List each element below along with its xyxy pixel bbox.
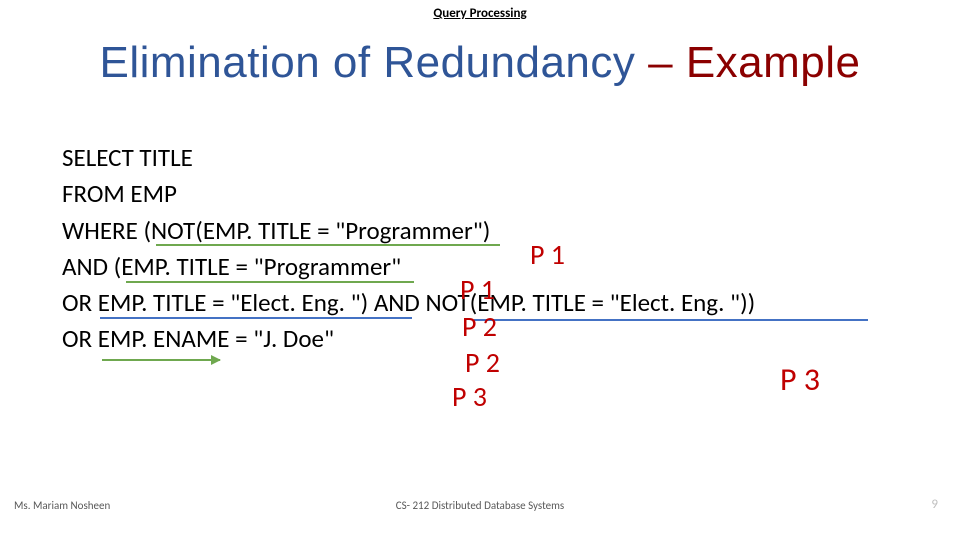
arrow-p3	[102, 359, 220, 361]
underline-p1-b	[126, 281, 414, 283]
annotation-p3-a: P 3	[452, 379, 487, 414]
annotation-p3-b: P 3	[780, 360, 820, 399]
title-part-2: – Example	[648, 38, 860, 87]
footer-course: CS- 212 Distributed Database Systems	[0, 499, 960, 512]
footer-page: 9	[931, 497, 938, 512]
slide-title: Elimination of Redundancy – Example	[0, 38, 960, 88]
annotation-p2-b: P 2	[465, 345, 500, 380]
slide: Query Processing Elimination of Redundan…	[0, 0, 960, 540]
sql-line: SELECT TITLE	[62, 140, 920, 176]
title-part-1: Elimination of Redundancy	[99, 38, 648, 87]
underline-p2-a	[100, 317, 412, 319]
annotation-p2-a: P 2	[462, 309, 497, 344]
topic-header: Query Processing	[0, 6, 960, 21]
underline-p1-a	[156, 244, 500, 246]
annotation-p1-a: P 1	[530, 237, 565, 272]
annotation-p1-b: P 1	[460, 272, 495, 307]
underline-p2-b	[474, 319, 868, 321]
sql-line: FROM EMP	[62, 176, 920, 212]
